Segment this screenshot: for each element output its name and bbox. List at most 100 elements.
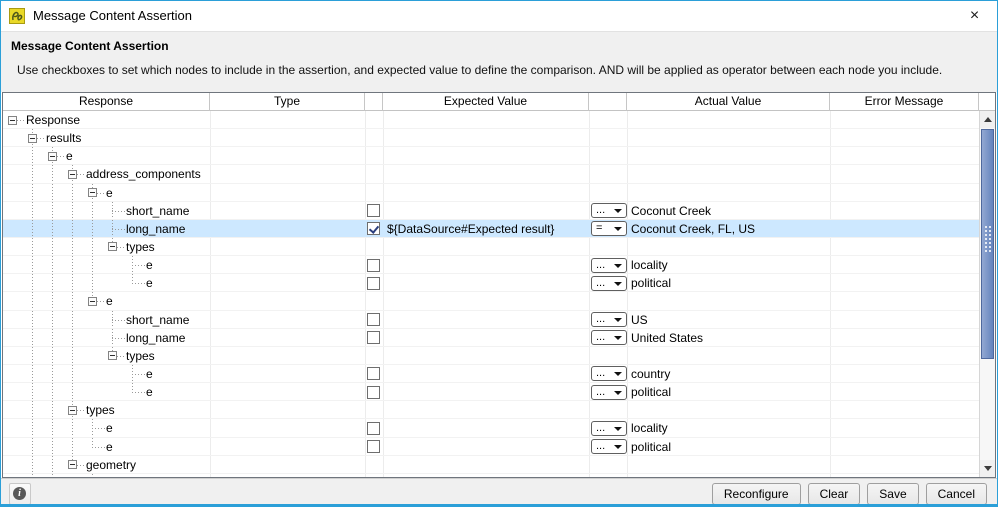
operator-dropdown[interactable]: ...	[591, 203, 627, 218]
node-label: short_name	[126, 311, 189, 328]
info-button[interactable]: i	[9, 483, 31, 505]
tree-guide-line	[92, 238, 93, 255]
vertical-scrollbar[interactable]	[979, 111, 995, 477]
table-row[interactable]: address_components	[3, 165, 979, 183]
operator-dropdown[interactable]: ...	[591, 276, 627, 291]
tree-expand-toggle[interactable]	[68, 406, 77, 415]
action-buttons: Reconfigure Clear Save Cancel	[712, 483, 987, 505]
tree-guide-line	[52, 474, 53, 477]
tree-guide-line	[72, 311, 73, 328]
node-checkbox[interactable]	[367, 222, 380, 235]
table-row[interactable]: short_name...Coconut Creek	[3, 202, 979, 220]
table-header-row: ResponseType Expected Value Actual ValueEr…	[3, 93, 995, 111]
node-checkbox[interactable]	[367, 259, 380, 272]
tree-expand-toggle[interactable]	[88, 297, 97, 306]
tree-guide-line	[32, 438, 33, 455]
tree-expand-toggle[interactable]	[68, 170, 77, 179]
table-row[interactable]: long_name${DataSource#Expected result}=C…	[3, 220, 979, 238]
table-row[interactable]: types	[3, 401, 979, 419]
table-row[interactable]: e...country	[3, 365, 979, 383]
column-header-checkbox[interactable]	[365, 93, 383, 111]
scroll-up-button[interactable]	[980, 111, 995, 128]
operator-dropdown[interactable]: ...	[591, 258, 627, 273]
tree-guide-line	[72, 256, 73, 273]
table-row[interactable]: short_name...US	[3, 311, 979, 329]
column-header-error-message[interactable]: Error Message	[830, 93, 979, 111]
operator-dropdown[interactable]: ...	[591, 385, 627, 400]
tree-guide-line	[32, 401, 33, 418]
table-row[interactable]: Response	[3, 111, 979, 129]
node-checkbox[interactable]	[367, 422, 380, 435]
assertion-icon	[9, 8, 25, 24]
column-header-expected-value[interactable]: Expected Value	[383, 93, 589, 111]
tree-guide-line	[57, 156, 66, 157]
tree-guide-line	[92, 202, 93, 219]
tree-guide-line	[32, 274, 33, 291]
node-checkbox[interactable]	[367, 386, 380, 399]
node-checkbox[interactable]	[367, 313, 380, 326]
tree-guide-line	[32, 329, 33, 346]
tree-guide-line	[72, 292, 73, 309]
table-row[interactable]: e...political	[3, 383, 979, 401]
operator-dropdown[interactable]: ...	[591, 330, 627, 345]
column-header-type[interactable]: Type	[210, 93, 365, 111]
table-row[interactable]: types	[3, 347, 979, 365]
node-label: geometry	[86, 456, 136, 473]
table-row[interactable]: e...locality	[3, 256, 979, 274]
node-label: e	[106, 419, 113, 436]
column-header-response[interactable]: Response	[3, 93, 210, 111]
tree-expand-toggle[interactable]	[88, 188, 97, 197]
node-checkbox[interactable]	[367, 277, 380, 290]
tree-expand-toggle[interactable]	[48, 152, 57, 161]
tree-expand-toggle[interactable]	[108, 351, 117, 360]
tree-guide-line	[132, 392, 145, 393]
dialog-window: Message Content Assertion × Message Cont…	[0, 0, 998, 507]
header-filler	[979, 93, 995, 111]
clear-button[interactable]: Clear	[808, 483, 861, 505]
tree-guide-line	[32, 256, 33, 273]
column-header-actual-value[interactable]: Actual Value	[627, 93, 830, 111]
reconfigure-button[interactable]: Reconfigure	[712, 483, 801, 505]
node-checkbox[interactable]	[367, 440, 380, 453]
tree-guide-line	[52, 184, 53, 201]
table-row[interactable]: e...political	[3, 438, 979, 456]
tree-expand-toggle[interactable]	[28, 134, 37, 143]
node-checkbox[interactable]	[367, 204, 380, 217]
operator-dropdown[interactable]: ...	[591, 421, 627, 436]
table-row[interactable]: geometry	[3, 456, 979, 474]
tree-guide-line	[112, 202, 113, 211]
node-checkbox[interactable]	[367, 367, 380, 380]
tree-expand-toggle[interactable]	[68, 460, 77, 469]
table-row[interactable]: e...political	[3, 274, 979, 292]
table-row[interactable]: results	[3, 129, 979, 147]
table-row[interactable]	[3, 474, 979, 477]
table-row[interactable]: long_name...United States	[3, 329, 979, 347]
operator-dropdown[interactable]: ...	[591, 312, 627, 327]
table-row[interactable]: e	[3, 184, 979, 202]
tree-expand-toggle[interactable]	[108, 242, 117, 251]
node-label: e	[106, 292, 113, 309]
tree-guide-line	[92, 438, 93, 447]
chevron-down-icon	[614, 372, 622, 376]
close-icon[interactable]: ×	[952, 1, 997, 31]
node-label: types	[86, 401, 115, 418]
tree-guide-line	[32, 238, 33, 255]
table-row[interactable]: e	[3, 147, 979, 165]
operator-dropdown[interactable]: ...	[591, 366, 627, 381]
table-row[interactable]: e...locality	[3, 419, 979, 437]
tree-guide-line	[72, 329, 73, 346]
table-row[interactable]: types	[3, 238, 979, 256]
scrollbar-thumb[interactable]	[981, 129, 994, 359]
operator-dropdown[interactable]: ...	[591, 439, 627, 454]
tree-expand-toggle[interactable]	[8, 116, 17, 125]
save-button[interactable]: Save	[867, 483, 918, 505]
info-icon: i	[13, 487, 26, 500]
cancel-button[interactable]: Cancel	[926, 483, 987, 505]
table-row[interactable]: e	[3, 292, 979, 310]
scroll-down-button[interactable]	[980, 460, 995, 477]
tree-guide-line	[52, 347, 53, 364]
node-label: e	[106, 438, 113, 455]
column-header-operator[interactable]	[589, 93, 627, 111]
operator-dropdown[interactable]: =	[591, 221, 627, 236]
node-checkbox[interactable]	[367, 331, 380, 344]
